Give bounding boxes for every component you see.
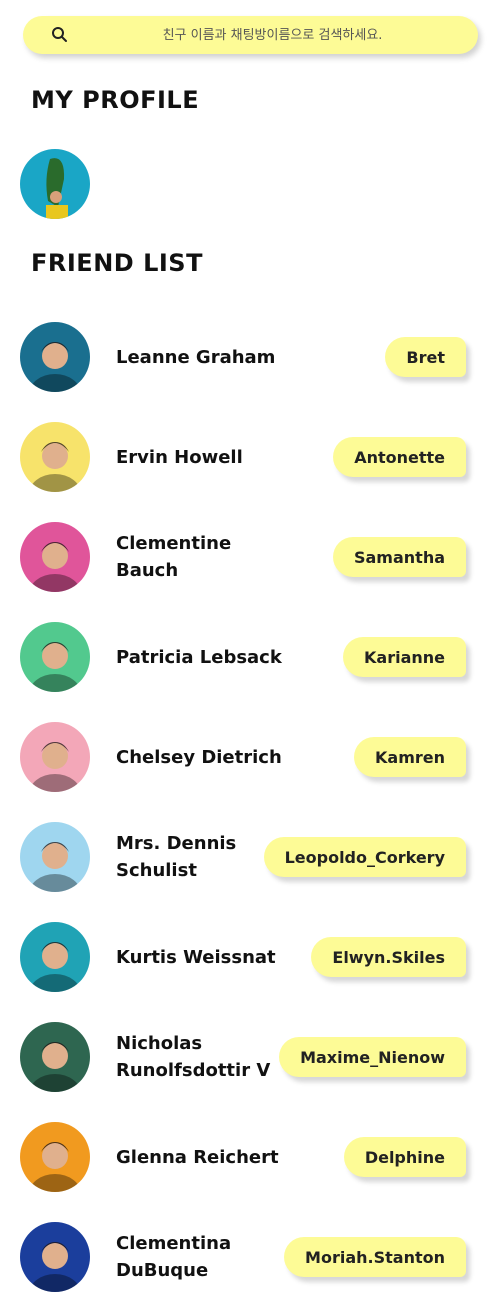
friend-avatar[interactable] xyxy=(20,422,90,492)
friend-avatar[interactable] xyxy=(20,822,90,892)
friend-username-badge[interactable]: Bret xyxy=(385,337,466,377)
friend-row[interactable]: Glenna Reichert Delphine xyxy=(0,1117,489,1197)
friend-row[interactable]: Chelsey Dietrich Kamren xyxy=(0,717,489,797)
search-bar[interactable] xyxy=(23,16,478,54)
friend-username-badge[interactable]: Moriah.Stanton xyxy=(284,1237,466,1277)
friend-avatar[interactable] xyxy=(20,1122,90,1192)
search-input[interactable] xyxy=(83,16,462,54)
friend-name: Glenna Reichert xyxy=(116,1146,279,1168)
friend-row[interactable]: Patricia Lebsack Karianne xyxy=(0,617,489,697)
friend-row[interactable]: Clementine Bauch Samantha xyxy=(0,517,489,597)
friend-avatar[interactable] xyxy=(20,322,90,392)
friend-list-title: FRIEND LIST xyxy=(31,249,203,277)
friend-name: Nicholas Runolfsdottir V xyxy=(116,1033,271,1081)
friend-username-badge[interactable]: Delphine xyxy=(343,1137,466,1177)
my-profile-avatar[interactable] xyxy=(20,149,90,219)
friend-name: Leanne Graham xyxy=(116,346,276,368)
friend-avatar[interactable] xyxy=(20,622,90,692)
friend-username-badge[interactable]: Samantha xyxy=(332,537,466,577)
friend-name: Clementine Bauch xyxy=(116,533,232,581)
friend-row[interactable]: Nicholas Runolfsdottir V Maxime_Nienow xyxy=(0,1017,489,1097)
friend-username-badge[interactable]: Maxime_Nienow xyxy=(279,1037,466,1077)
friend-username-badge[interactable]: Antonette xyxy=(333,437,466,477)
friend-name: Clementina DuBuque xyxy=(116,1233,232,1281)
friend-username-badge[interactable]: Elwyn.Skiles xyxy=(311,937,466,977)
friend-row[interactable]: Kurtis Weissnat Elwyn.Skiles xyxy=(0,917,489,997)
friend-avatar[interactable] xyxy=(20,922,90,992)
friend-avatar[interactable] xyxy=(20,722,90,792)
friend-username-badge[interactable]: Karianne xyxy=(343,637,466,677)
my-profile-title: MY PROFILE xyxy=(31,86,200,114)
friend-name: Ervin Howell xyxy=(116,446,243,468)
friend-row[interactable]: Mrs. Dennis Schulist Leopoldo_Corkery xyxy=(0,817,489,897)
friend-row[interactable]: Ervin Howell Antonette xyxy=(0,417,489,497)
friend-name: Chelsey Dietrich xyxy=(116,746,282,768)
friend-avatar[interactable] xyxy=(20,522,90,592)
search-icon[interactable] xyxy=(50,25,70,45)
friend-row[interactable]: Clementina DuBuque Moriah.Stanton xyxy=(0,1217,489,1297)
friend-avatar[interactable] xyxy=(20,1022,90,1092)
friend-username-badge[interactable]: Leopoldo_Corkery xyxy=(263,837,466,877)
friend-name: Patricia Lebsack xyxy=(116,646,282,668)
friend-avatar[interactable] xyxy=(20,1222,90,1292)
friend-name: Kurtis Weissnat xyxy=(116,946,276,968)
friend-row[interactable]: Leanne Graham Bret xyxy=(0,317,489,397)
friend-username-badge[interactable]: Kamren xyxy=(354,737,466,777)
